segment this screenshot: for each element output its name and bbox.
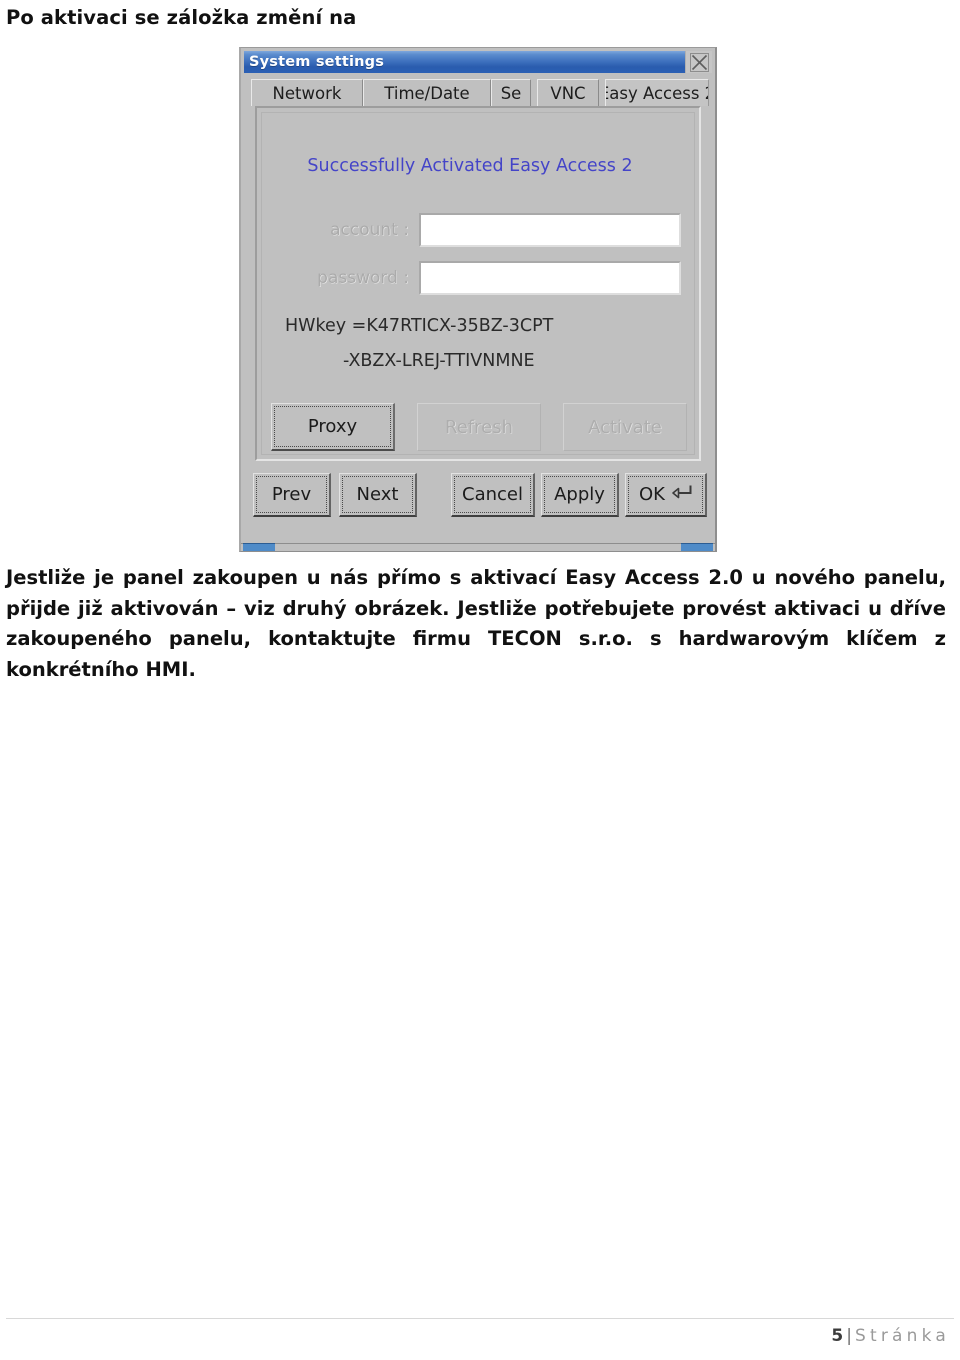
prev-button-label: Prev xyxy=(271,484,312,505)
titlebar-background: System settings xyxy=(244,51,685,73)
account-field-row: account : xyxy=(277,213,681,247)
tab-security-label: Se xyxy=(500,83,522,103)
proxy-button[interactable]: Proxy xyxy=(271,403,395,451)
cancel-button[interactable]: Cancel xyxy=(451,473,535,517)
tab-network[interactable]: Network xyxy=(251,79,363,106)
settings-tab-strip: Network Time/Date Se VNC Easy Access 2 xyxy=(251,79,709,106)
ok-button[interactable]: OK xyxy=(625,473,707,517)
page-word-label: Stránka xyxy=(854,1326,950,1346)
hwkey-line-1: HWkey =K47RTICX-35BZ-3CPT xyxy=(285,316,554,336)
enter-return-icon xyxy=(671,484,692,506)
refresh-button-label: Refresh xyxy=(445,416,513,438)
account-label: account : xyxy=(330,220,409,240)
cancel-button-label: Cancel xyxy=(462,484,523,505)
account-input[interactable] xyxy=(419,213,681,247)
proxy-button-label: Proxy xyxy=(307,416,358,437)
body-text: Jestliže je panel zakoupen u nás přímo s… xyxy=(6,563,946,685)
footer-divider xyxy=(6,1318,954,1319)
tab-time-date-label: Time/Date xyxy=(384,83,470,103)
body-paragraph: Jestliže je panel zakoupen u nás přímo s… xyxy=(6,566,946,681)
dialog-button-bar: Prev Next Cancel Apply OK xyxy=(253,473,707,517)
tab-easy-access-2[interactable]: Easy Access 2 xyxy=(605,79,709,106)
apply-button-label: Apply xyxy=(554,484,605,505)
tab-time-date[interactable]: Time/Date xyxy=(363,79,491,106)
dialog-titlebar: System settings xyxy=(244,51,712,73)
tab-vnc[interactable]: VNC xyxy=(537,79,599,106)
next-button-label: Next xyxy=(356,484,399,505)
page-number-value: 5 xyxy=(831,1326,844,1346)
close-button[interactable] xyxy=(685,51,712,73)
tab-network-label: Network xyxy=(272,83,342,103)
password-input[interactable] xyxy=(419,261,681,295)
prev-button[interactable]: Prev xyxy=(253,473,331,517)
page-title: Po aktivaci se záložka změní na xyxy=(6,6,357,29)
panel-action-buttons: Proxy Refresh Activate xyxy=(271,403,687,451)
dialog-bottom-divider xyxy=(241,543,715,544)
page-number-separator: | xyxy=(846,1326,852,1346)
tab-vnc-label: VNC xyxy=(550,83,586,103)
dialog-title: System settings xyxy=(249,54,385,70)
next-button[interactable]: Next xyxy=(339,473,417,517)
tab-security[interactable]: Se xyxy=(491,79,531,106)
activate-button[interactable]: Activate xyxy=(563,403,687,451)
system-settings-dialog-screenshot: System settings Network Time/Date Se VNC xyxy=(239,47,717,552)
password-field-row: password : xyxy=(277,261,681,295)
activate-button-label: Activate xyxy=(588,416,662,438)
refresh-button[interactable]: Refresh xyxy=(417,403,541,451)
activation-status-message: Successfully Activated Easy Access 2 xyxy=(307,156,633,176)
password-label: password : xyxy=(317,268,409,288)
apply-button[interactable]: Apply xyxy=(541,473,619,517)
ok-button-label: OK xyxy=(639,484,665,505)
close-x-icon xyxy=(689,52,709,72)
tab-easy-access-2-label: Easy Access 2 xyxy=(606,83,708,103)
bottom-left-accent xyxy=(243,543,275,551)
easy-access-panel: Successfully Activated Easy Access 2 acc… xyxy=(255,106,701,461)
bottom-right-accent xyxy=(681,543,713,551)
hwkey-line-2: -XBZX-LREJ-TTIVNMNE xyxy=(343,351,535,371)
footer-page-number: 5 | Stránka xyxy=(831,1326,950,1346)
